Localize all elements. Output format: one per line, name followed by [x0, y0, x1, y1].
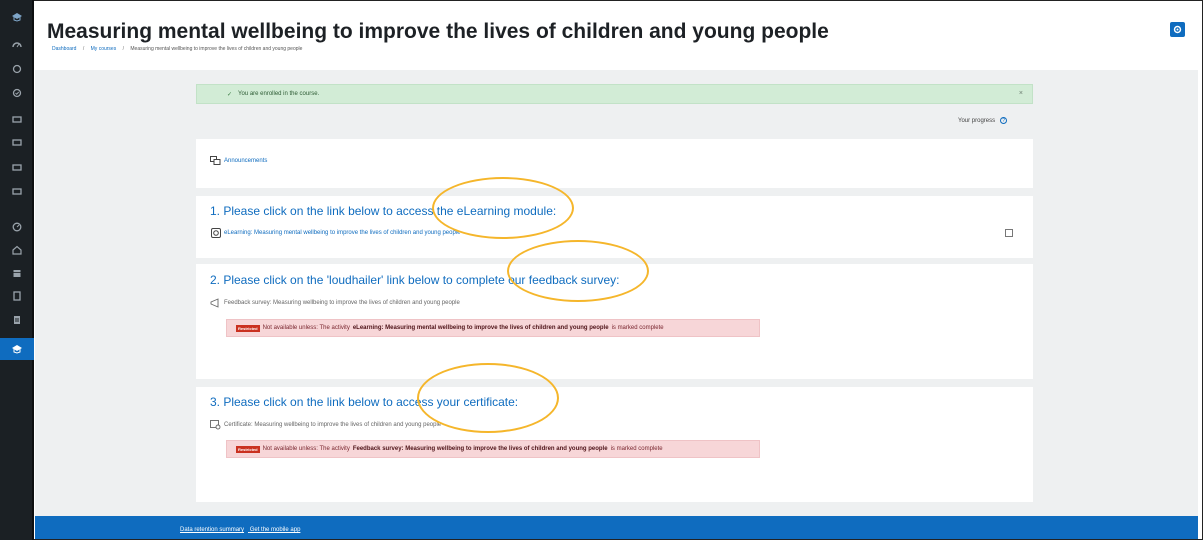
breadcrumb-separator: / — [82, 46, 85, 52]
folder-icon — [12, 116, 22, 123]
rail-item-folder-2[interactable] — [0, 131, 34, 153]
dashboard-icon — [12, 222, 22, 232]
restriction-notice: Restricted Not available unless: The act… — [226, 440, 760, 458]
folder-icon — [12, 139, 22, 146]
completion-checkbox[interactable] — [1005, 229, 1013, 237]
restriction-activity: Feedback survey: Measuring wellbeing to … — [352, 446, 608, 452]
file-icon — [13, 291, 21, 301]
rail-item-home[interactable] — [0, 239, 34, 261]
activity-elearning[interactable]: eLearning: Measuring mental wellbeing to… — [210, 228, 460, 238]
certificate-icon — [210, 420, 221, 430]
breadcrumb: Dashboard / My courses / Measuring menta… — [52, 46, 302, 52]
activity-feedback-survey: Feedback survey: Measuring wellbeing to … — [210, 298, 460, 308]
loudhailer-icon — [210, 298, 221, 308]
course-settings-button[interactable] — [1170, 22, 1185, 37]
restriction-notice: Restricted Not available unless: The act… — [226, 319, 760, 337]
check-circle-icon — [12, 88, 22, 98]
rail-item-dashboard[interactable] — [0, 34, 34, 56]
restriction-activity: eLearning: Measuring mental wellbeing to… — [352, 325, 609, 331]
calendar-icon — [13, 270, 21, 277]
footer-links: Data retention summary Get the mobile ap… — [180, 527, 304, 533]
activity-certificate: Certificate: Measuring wellbeing to impr… — [210, 420, 441, 430]
annotation-ellipse — [507, 240, 649, 302]
activity-name: Certificate: Measuring wellbeing to impr… — [224, 422, 442, 428]
rail-item-calendar-2[interactable] — [0, 262, 34, 284]
folder-icon — [12, 188, 22, 195]
rail-item-current-course[interactable] — [0, 338, 34, 360]
rail-item-folder-4[interactable] — [0, 180, 34, 202]
mobile-app-link[interactable]: Get the mobile app — [250, 527, 301, 533]
tachometer-icon — [12, 42, 22, 48]
gear-icon — [1173, 25, 1182, 34]
annotation-ellipse — [432, 177, 574, 239]
rail-item-file[interactable] — [0, 285, 34, 307]
page-title: Measuring mental wellbeing to improve th… — [47, 20, 829, 43]
activity-announcements[interactable]: Announcements — [210, 156, 267, 166]
help-icon[interactable]: ? — [1000, 117, 1008, 124]
rail-item-folder-1[interactable] — [0, 108, 34, 130]
annotation-ellipse — [417, 363, 559, 433]
restriction-prefix: Not available unless: The activity — [262, 446, 350, 452]
page-footer: Data retention summary Get the mobile ap… — [35, 516, 1198, 539]
section-3: 3. Please click on the link below to acc… — [196, 387, 1033, 502]
breadcrumb-dashboard[interactable]: Dashboard — [52, 46, 76, 52]
restricted-badge: Restricted — [236, 324, 260, 332]
rail-item-folder-3[interactable] — [0, 156, 34, 178]
check-icon: ✓ — [227, 91, 233, 98]
restriction-suffix: is marked complete — [611, 325, 664, 331]
rail-item-calendar[interactable] — [0, 82, 34, 104]
restriction-prefix: Not available unless: The activity — [262, 325, 350, 331]
graduation-cap-icon — [12, 345, 22, 354]
activity-link[interactable]: eLearning: Measuring mental wellbeing to… — [224, 230, 460, 236]
rail-item-gauge[interactable] — [0, 216, 34, 238]
nav-rail — [0, 0, 34, 540]
activity-link[interactable]: Announcements — [224, 158, 267, 164]
home-icon — [12, 245, 22, 255]
progress-label: Your progress — [958, 117, 996, 124]
graduation-cap-icon — [12, 13, 22, 22]
forum-icon — [210, 156, 221, 166]
close-icon[interactable]: × — [1019, 90, 1023, 97]
rail-item-course-index[interactable] — [0, 6, 34, 28]
scorm-package-icon — [210, 228, 221, 238]
rail-item-files[interactable] — [0, 309, 34, 331]
folder-icon — [12, 164, 22, 171]
files-icon — [14, 316, 20, 324]
restriction-suffix: is marked complete — [610, 446, 663, 452]
restricted-badge: Restricted — [236, 445, 260, 453]
rail-item-site-home[interactable] — [0, 58, 34, 80]
data-retention-link[interactable]: Data retention summary — [180, 527, 244, 533]
enrolment-alert: ✓ You are enrolled in the course. × — [196, 84, 1033, 104]
section-general: Announcements — [196, 139, 1033, 188]
breadcrumb-my-courses[interactable]: My courses — [91, 46, 117, 52]
circle-icon — [12, 64, 22, 74]
breadcrumb-separator: / — [122, 46, 124, 52]
breadcrumb-current: Measuring mental wellbeing to improve th… — [130, 46, 303, 52]
alert-message: You are enrolled in the course. — [238, 91, 320, 97]
progress-indicator: Your progress ? — [958, 117, 1008, 124]
activity-name: Feedback survey: Measuring wellbeing to … — [224, 300, 460, 306]
